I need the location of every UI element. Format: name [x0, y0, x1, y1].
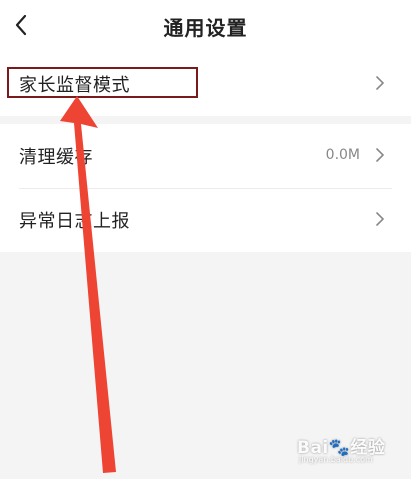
clear-cache-label: 清理缓存 [19, 147, 93, 168]
chevron-right-icon [376, 212, 384, 226]
error-log-row[interactable]: 异常日志上报 [0, 188, 411, 252]
clear-cache-row[interactable]: 清理缓存 0.0M [0, 124, 411, 189]
watermark-logo: Bai🐾经验 [297, 438, 386, 458]
parental-mode-row[interactable]: 家长监督模式 [0, 52, 411, 116]
settings-group-general: 清理缓存 0.0M 异常日志上报 [0, 124, 411, 252]
baidu-watermark: Bai🐾经验 jingyan.baidu.com [297, 424, 407, 468]
header-bar: 通用设置 [0, 0, 411, 52]
chevron-right-icon [376, 148, 384, 162]
parental-mode-label: 家长监督模式 [19, 75, 130, 96]
watermark-url: jingyan.baidu.com [299, 455, 373, 464]
page-title: 通用设置 [163, 16, 248, 40]
cache-size-value: 0.0M [325, 147, 360, 163]
error-log-label: 异常日志上报 [19, 211, 130, 232]
settings-group-parental: 家长监督模式 [0, 52, 411, 116]
chevron-right-icon [376, 76, 384, 90]
